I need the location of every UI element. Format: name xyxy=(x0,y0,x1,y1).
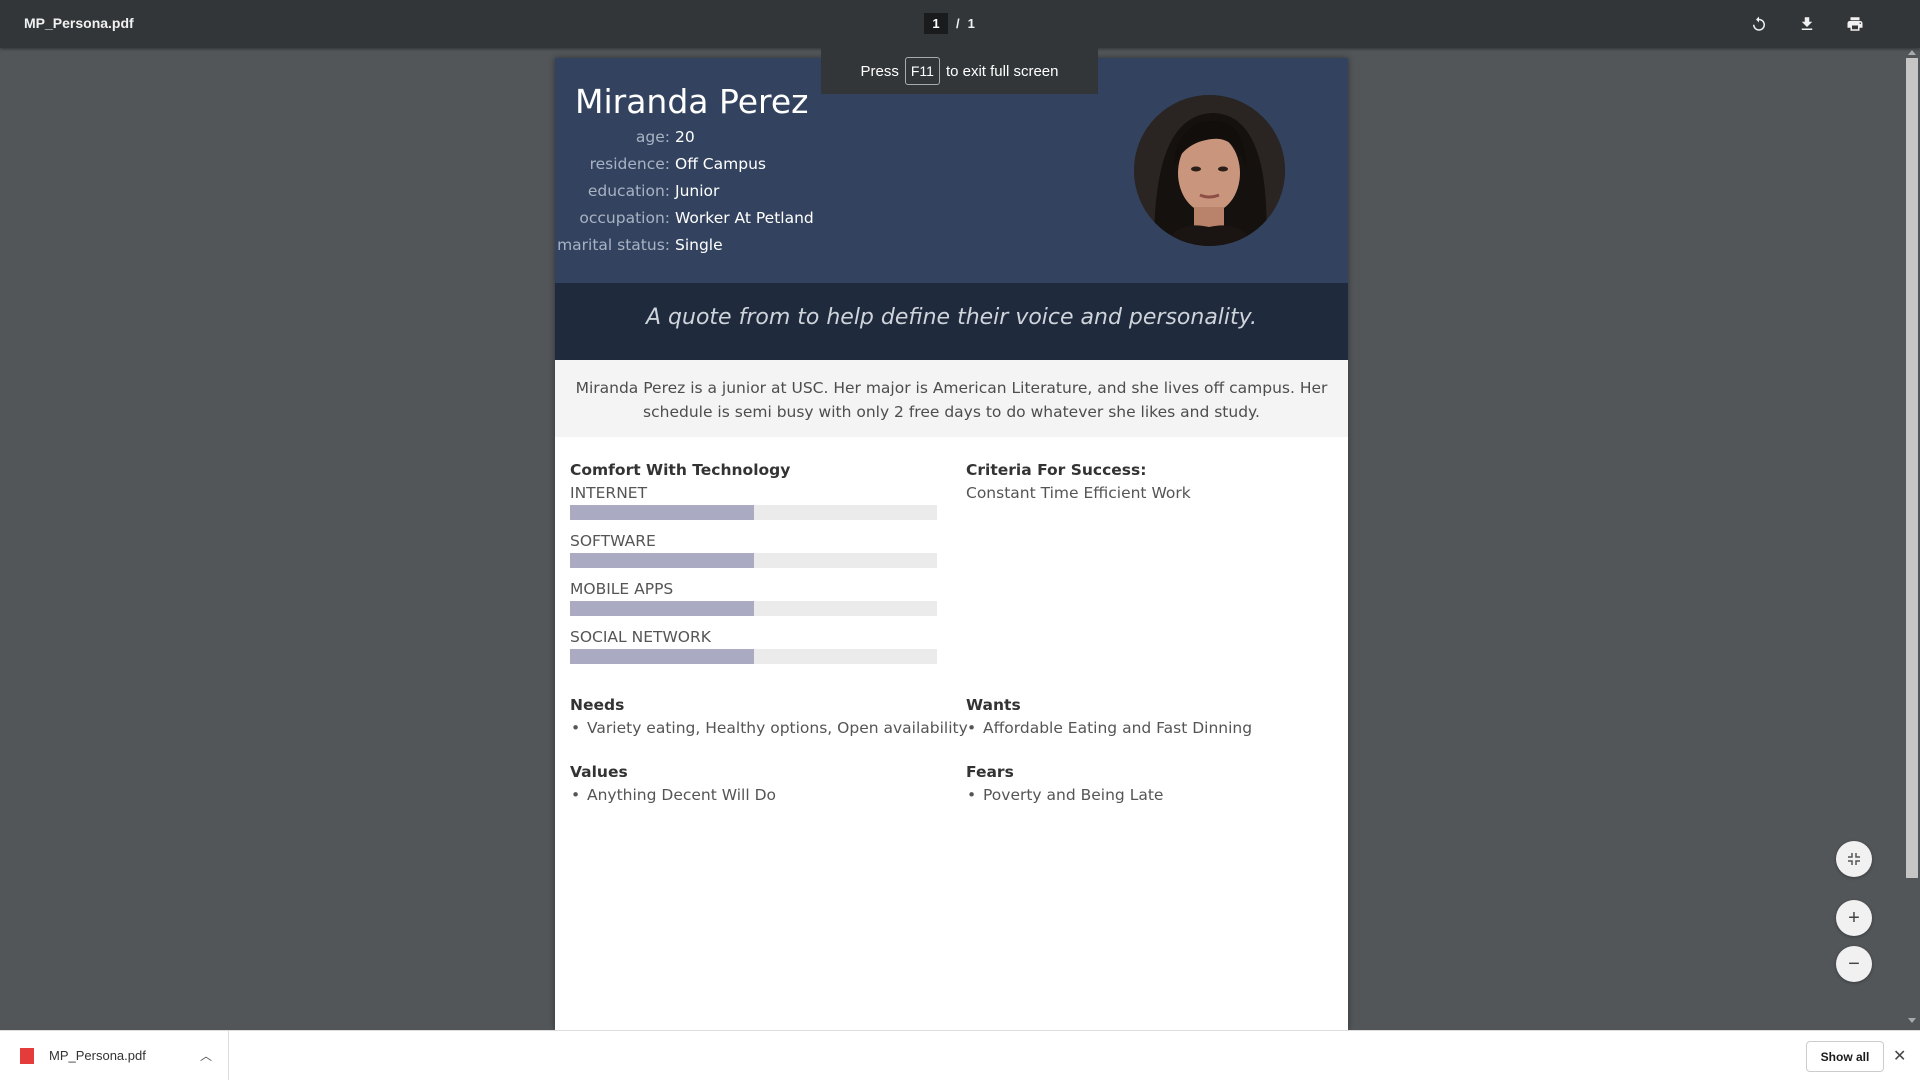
show-all-button[interactable]: Show all xyxy=(1806,1041,1884,1072)
rotate-button[interactable] xyxy=(1747,12,1771,36)
persona-avatar xyxy=(1134,95,1285,246)
needs-title: Needs xyxy=(570,696,625,714)
wants-item: Affordable Eating and Fast Dinning xyxy=(967,719,1252,737)
fit-to-page-button[interactable] xyxy=(1836,841,1872,877)
attr-value: Worker At Petland xyxy=(675,209,814,227)
pdf-file-icon xyxy=(20,1048,34,1064)
tech-label-internet: INTERNET xyxy=(570,484,648,502)
attr-label: residence: xyxy=(589,155,670,173)
pdf-toolbar: MP_Persona.pdf 1 / 1 xyxy=(0,0,1920,48)
needs-item: Variety eating, Healthy options, Open av… xyxy=(571,719,968,737)
rotate-icon xyxy=(1753,16,1765,31)
persona-name: Miranda Perez xyxy=(575,82,809,121)
attr-value: Off Campus xyxy=(675,155,766,173)
download-file-name: MP_Persona.pdf xyxy=(49,1048,146,1063)
chevron-up-icon[interactable]: ︿ xyxy=(200,1047,212,1064)
bar-fill xyxy=(570,601,754,616)
download-button[interactable] xyxy=(1795,12,1819,36)
pdf-page: Miranda Perez age: 20 residence: Off Cam… xyxy=(555,58,1348,1030)
page-indicator: 1 / 1 xyxy=(924,13,975,34)
tech-title: Comfort With Technology xyxy=(570,461,791,479)
scrollbar[interactable] xyxy=(1904,48,1920,1030)
values-item: Anything Decent Will Do xyxy=(571,786,776,804)
tech-label-software: SOFTWARE xyxy=(570,532,656,550)
tech-label-mobile-apps: MOBILE APPS xyxy=(570,580,674,598)
scroll-down-arrow[interactable] xyxy=(1908,1018,1916,1023)
attr-value: Single xyxy=(675,236,723,254)
fullscreen-toast: Press F11 to exit full screen xyxy=(821,48,1098,94)
page-number-input[interactable]: 1 xyxy=(924,13,948,34)
bar-fill xyxy=(570,505,754,520)
document-title: MP_Persona.pdf xyxy=(24,15,134,31)
tech-bar-mobile-apps xyxy=(570,601,937,616)
zoom-in-button[interactable]: + xyxy=(1836,900,1872,936)
bio-band: Miranda Perez is a junior at USC. Her ma… xyxy=(555,360,1348,437)
values-title: Values xyxy=(570,763,628,781)
toast-key: F11 xyxy=(904,57,940,85)
tech-label-social-network: SOCIAL NETWORK xyxy=(570,628,711,646)
tech-bar-social-network xyxy=(570,649,937,664)
tech-bar-software xyxy=(570,553,937,568)
zoom-in-icon: + xyxy=(1848,906,1860,929)
tech-bar-internet xyxy=(570,505,937,520)
attr-label: education: xyxy=(587,182,670,200)
zoom-out-icon: − xyxy=(1848,952,1860,975)
criteria-text: Constant Time Efficient Work xyxy=(966,484,1191,502)
fears-title: Fears xyxy=(966,763,1014,781)
download-item[interactable]: MP_Persona.pdf ︿ xyxy=(0,1031,229,1080)
scroll-thumb[interactable] xyxy=(1906,58,1918,878)
wants-title: Wants xyxy=(966,696,1021,714)
attr-value: 20 xyxy=(675,128,695,146)
print-icon xyxy=(1847,17,1863,31)
attr-value: Junior xyxy=(675,182,720,200)
quote-band: A quote from to help define their voice … xyxy=(555,283,1348,360)
download-icon xyxy=(1801,17,1813,30)
toast-text: to exit full screen xyxy=(945,62,1059,80)
bar-fill xyxy=(570,553,754,568)
zoom-out-button[interactable]: − xyxy=(1836,946,1872,982)
bar-fill xyxy=(570,649,754,664)
attr-label: occupation: xyxy=(579,209,670,227)
close-icon[interactable]: ✕ xyxy=(1893,1046,1906,1066)
print-button[interactable] xyxy=(1843,12,1867,36)
attr-label: marital status: xyxy=(557,236,670,254)
page-separator: / xyxy=(956,16,960,31)
fit-to-page-icon xyxy=(1848,853,1860,865)
criteria-title: Criteria For Success: xyxy=(966,461,1147,479)
page-total: 1 xyxy=(967,16,975,31)
persona-bio: Miranda Perez is a junior at USC. Her ma… xyxy=(575,379,1328,421)
fears-item: Poverty and Being Late xyxy=(967,786,1163,804)
attr-label: age: xyxy=(635,128,670,146)
scroll-up-arrow[interactable] xyxy=(1908,50,1916,55)
persona-quote: A quote from to help define their voice … xyxy=(646,305,1257,330)
toast-press: Press xyxy=(860,62,899,80)
download-bar: MP_Persona.pdf ︿ Show all ✕ xyxy=(0,1030,1920,1080)
